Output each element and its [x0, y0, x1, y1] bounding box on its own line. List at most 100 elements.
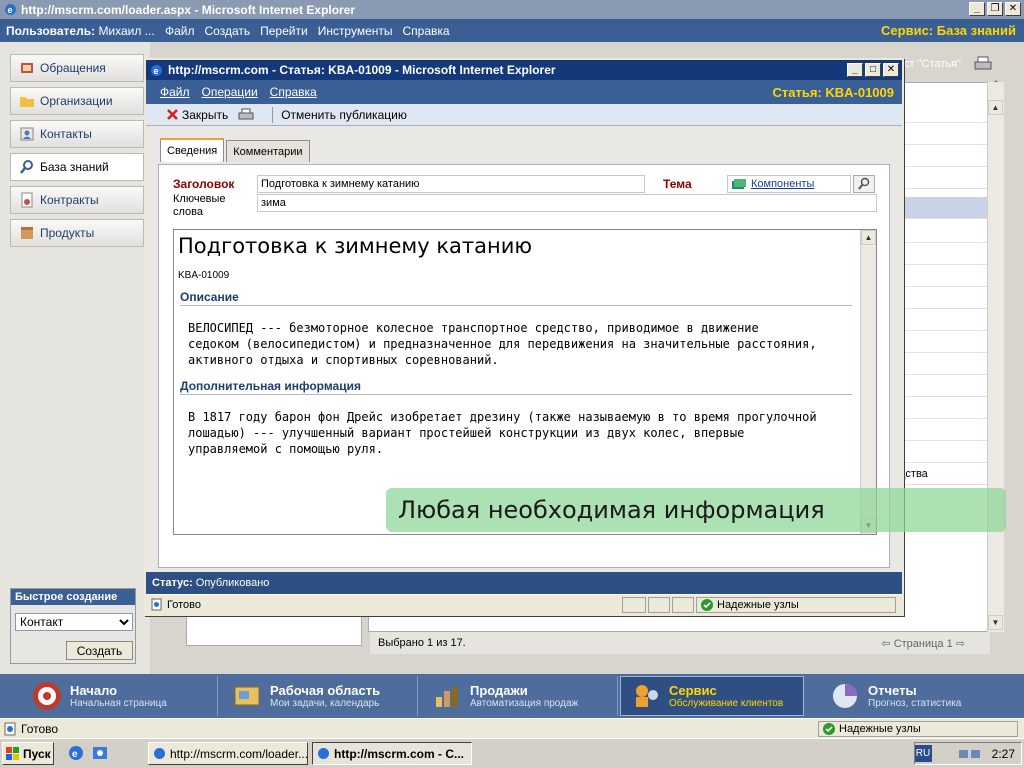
outer-security-zone: Надежные узлы	[818, 721, 1018, 737]
ie-icon	[317, 747, 330, 760]
background-scrollbar[interactable]: ▲ ▼	[987, 82, 1004, 632]
title-label: Заголовок	[173, 177, 235, 191]
section-additional-text: В 1817 году барон фон Дрейс изобретает д…	[188, 410, 817, 456]
start-button[interactable]: Пуск	[2, 742, 54, 765]
nav-item-cases[interactable]: Обращения	[10, 54, 144, 82]
scroll-down-arrow-icon[interactable]: ▼	[988, 615, 1003, 630]
taskbar-button-article[interactable]: http://mscrm.com - С...	[312, 742, 472, 765]
article-window-titlebar[interactable]: e http://mscrm.com - Статья: KBA-01009 -…	[146, 60, 902, 80]
page-indicator: ⇦ Страница 1 ⇨	[881, 637, 965, 650]
service-icon	[629, 679, 663, 713]
title-field[interactable]: Подготовка к зимнему катанию	[257, 175, 645, 193]
contract-icon	[19, 192, 35, 208]
popup-maximize-button[interactable]: □	[865, 63, 881, 77]
quick-create-button[interactable]: Создать	[66, 641, 133, 660]
lookup-button[interactable]	[853, 175, 875, 193]
wunderbar-home[interactable]: Начало Начальная страница	[22, 676, 218, 716]
subject-lookup-field[interactable]: Компоненты	[727, 175, 851, 193]
subject-icon	[731, 178, 747, 190]
nav-item-products[interactable]: Продукты	[10, 219, 144, 247]
popup-ie-status-bar: Готово Надежные узлы	[146, 594, 902, 614]
taskbar: Пуск e http://mscrm.com/loader.... http:…	[0, 738, 1024, 768]
page-icon	[3, 722, 17, 736]
wunderbar-service[interactable]: Сервис Обслуживание клиентов	[620, 676, 804, 716]
quick-create-panel: Быстрое создание Контакт Создать	[10, 588, 136, 664]
service-title: Сервис: База знаний	[881, 23, 1016, 38]
keywords-field[interactable]: зима	[257, 194, 877, 212]
outer-status-bar: Готово Надежные узлы	[0, 718, 1024, 738]
left-nav: Обращения Организации Контакты База знан…	[0, 42, 150, 674]
system-tray: 2:27	[914, 742, 1022, 765]
article-status-bar: Статус: Опубликовано	[146, 572, 902, 594]
outer-window-titlebar[interactable]: e http://mscrm.com/loader.aspx - Microso…	[0, 0, 1024, 19]
sales-icon	[430, 679, 464, 713]
status-cell	[648, 597, 670, 613]
menu-go[interactable]: Перейти	[255, 24, 313, 38]
menu-file[interactable]: Файл	[160, 24, 200, 38]
print-icon[interactable]	[974, 56, 994, 74]
popup-minimize-button[interactable]: _	[847, 63, 863, 77]
unpublish-button[interactable]: Отменить публикацию	[281, 108, 407, 122]
user-info: Пользователь: Михаил ...	[6, 23, 155, 38]
subject-label: Тема	[663, 177, 692, 191]
tab-details[interactable]: Сведения	[160, 138, 225, 162]
menu-create[interactable]: Создать	[200, 24, 256, 38]
menu-tools[interactable]: Инструменты	[313, 24, 398, 38]
magnifier-icon	[19, 159, 35, 175]
nav-item-knowledge-base[interactable]: База знаний	[10, 153, 144, 181]
article-scroll-up-icon[interactable]: ▲	[861, 230, 876, 245]
windows-logo-icon	[6, 747, 20, 760]
nav-item-organizations[interactable]: Организации	[10, 87, 144, 115]
subject-link[interactable]: Компоненты	[751, 178, 814, 190]
wunderbar-reports[interactable]: Отчеты Прогноз, статистика	[820, 676, 1020, 716]
quick-create-select[interactable]: Контакт	[15, 613, 133, 631]
tab-comments[interactable]: Комментарии	[226, 140, 310, 162]
article-window-title: http://mscrm.com - Статья: KBA-01009 - M…	[168, 63, 556, 77]
menu-help[interactable]: Справка	[398, 24, 455, 38]
printer-icon	[238, 108, 254, 122]
popup-menu-file[interactable]: Файл	[160, 85, 190, 99]
restore-button[interactable]: ❐	[987, 2, 1003, 16]
folder-icon	[19, 93, 35, 109]
section-additional-title: Дополнительная информация	[180, 379, 852, 395]
workplace-icon	[230, 679, 264, 713]
quick-create-title: Быстрое создание	[11, 589, 135, 605]
callout-banner: Любая необходимая информация	[386, 488, 1006, 532]
popup-close-button[interactable]: ✕	[883, 63, 899, 77]
ie-icon: e	[150, 64, 163, 77]
background-preview-box	[186, 616, 362, 646]
check-icon	[823, 723, 835, 735]
ie-icon	[153, 747, 166, 760]
nav-item-contacts[interactable]: Контакты	[10, 120, 144, 148]
popup-menu-actions[interactable]: Операции	[202, 85, 258, 99]
check-icon	[701, 599, 713, 611]
wunderbar-sales[interactable]: Продажи Автоматизация продаж	[422, 676, 618, 716]
section-description-title: Описание	[180, 290, 852, 306]
red-x-icon	[166, 108, 179, 121]
network-icon[interactable]	[958, 747, 982, 761]
popup-menu-help[interactable]: Справка	[270, 85, 317, 99]
close-article-button[interactable]: Закрыть	[166, 108, 228, 122]
svg-text:e: e	[72, 749, 78, 760]
print-button[interactable]	[238, 108, 254, 122]
contacts-icon	[19, 126, 35, 142]
popup-security-zone: Надежные узлы	[696, 597, 896, 613]
ie-icon: e	[3, 3, 17, 17]
section-description-text: ВЕЛОСИПЕД --- безмоторное колесное транс…	[188, 321, 817, 367]
print-article-label[interactable]: ст "Статья"	[904, 58, 974, 74]
crm-menubar: Пользователь: Михаил ... Файл Создать Пе…	[0, 19, 1024, 42]
wunderbar-workplace[interactable]: Рабочая область Мои задачи, календарь	[222, 676, 418, 716]
outer-window-title: http://mscrm.com/loader.aspx - Microsoft…	[21, 2, 356, 17]
nav-item-contracts[interactable]: Контракты	[10, 186, 144, 214]
status-cell	[672, 597, 694, 613]
close-button[interactable]: ✕	[1005, 2, 1021, 16]
article-menubar: Файл Операции Справка Статья: KBA-01009	[146, 80, 902, 104]
taskbar-button-loader[interactable]: http://mscrm.com/loader....	[148, 742, 308, 765]
minimize-button[interactable]: _	[969, 2, 985, 16]
outlook-quicklaunch-icon[interactable]	[92, 745, 108, 761]
scroll-up-arrow-icon[interactable]: ▲	[988, 100, 1003, 115]
toolbar-separator	[272, 106, 274, 123]
ie-quicklaunch-icon[interactable]: e	[68, 745, 84, 761]
outer-status-text: Готово	[21, 721, 59, 736]
article-tabs: Сведения Комментарии	[160, 138, 312, 162]
